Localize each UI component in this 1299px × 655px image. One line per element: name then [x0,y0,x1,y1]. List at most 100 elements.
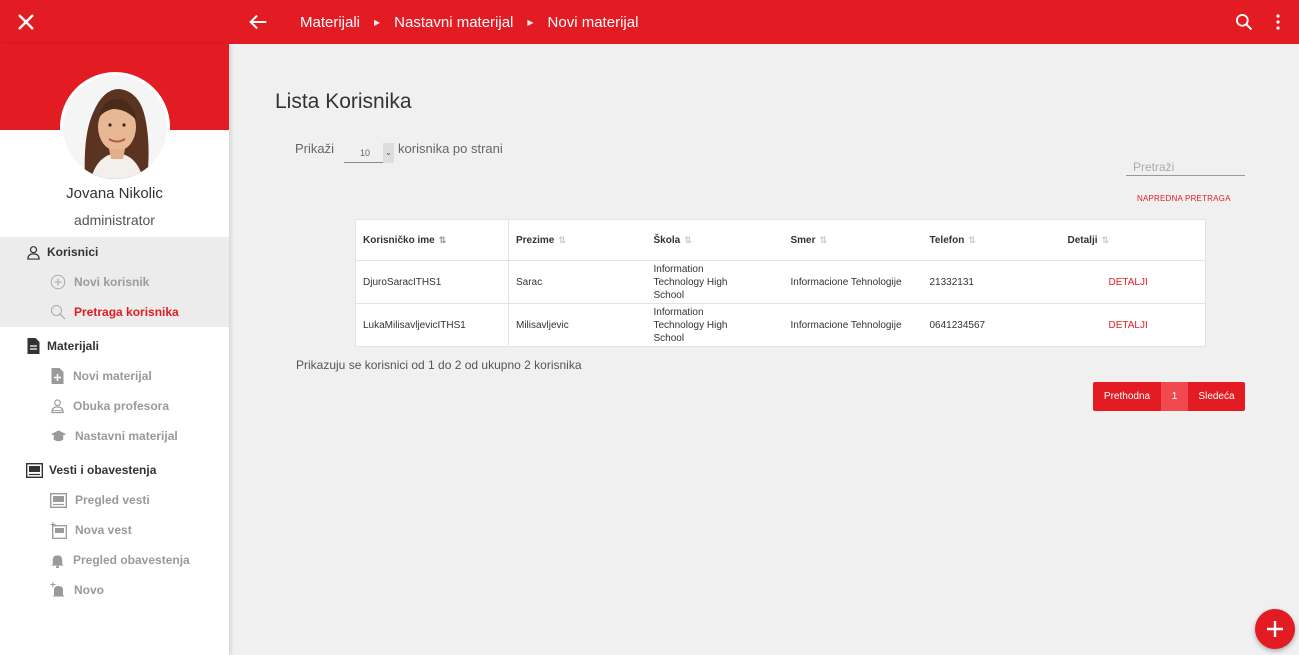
search-icon [51,305,66,320]
previous-page-button[interactable]: Prethodna [1093,382,1161,411]
header-label: Korisničko ime [363,234,435,246]
nav-item-label: Pretraga korisnika [74,305,179,319]
sort-icon: ⇅ [438,234,447,245]
nav-section-label: Korisnici [47,245,99,259]
close-icon[interactable] [14,10,38,34]
page-size-control: Prikaži 10 ⌄ korisnika po strani [295,138,503,163]
nav-section-materijali[interactable]: Materijali [0,331,229,361]
nav-section-vesti[interactable]: Vesti i obavestenja [0,455,229,485]
person-icon [27,245,40,260]
user-name: Jovana Nikolic [66,185,163,202]
header-label: Detalji [1067,234,1098,246]
cell-username: LukaMilisavljevicITHS1 [355,303,509,347]
column-header-school[interactable]: Škola ⇅ [646,219,784,261]
nav-item-pretraga-korisnika[interactable]: Pretraga korisnika [0,297,229,327]
avatar [60,72,170,182]
page-number-button[interactable]: 1 [1161,382,1188,411]
cell-details: DETALJI [1060,260,1206,304]
nav-item-pregled-obavestenja[interactable]: Pregled obavestenja [0,545,229,575]
table-row: DjuroSaracITHS1 Sarac Information Techno… [355,260,1206,304]
nav-item-label: Novi korisnik [74,275,150,289]
top-app-bar: Materijali ▶ Nastavni materijal ▶ Novi m… [0,0,1299,44]
sort-icon: ⇅ [819,234,828,245]
column-header-phone[interactable]: Telefon ⇅ [922,219,1061,261]
sort-icon: ⇅ [558,234,566,245]
cell-school: Information Technology High School [653,306,728,344]
breadcrumb-novi-materijal[interactable]: Novi materijal [548,14,639,31]
details-link[interactable]: DETALJI [1109,276,1148,289]
teacher-icon [51,399,64,414]
per-page-label: korisnika po strani [398,140,503,156]
more-vert-icon[interactable] [1271,13,1285,31]
next-page-button[interactable]: Sledeća [1188,382,1245,411]
chevron-down-icon: ⌄ [383,142,395,163]
nav-item-pregled-vesti[interactable]: Pregled vesti [0,485,229,515]
page-size-select[interactable]: 10 ⌄ [344,142,395,163]
breadcrumb-separator-icon: ▶ [374,17,381,27]
nav-item-nastavni-materijal[interactable]: Nastavni materijal [0,421,229,451]
cell-phone: 21332131 [922,260,1061,304]
nav-section-label: Vesti i obavestenja [49,463,157,477]
nav-item-novi-korisnik[interactable]: Novi korisnik [0,267,229,297]
nav-item-novi-materijal[interactable]: Novi materijal [0,361,229,391]
column-header-details[interactable]: Detalji ⇅ [1060,219,1206,261]
user-role: administrator [74,212,155,228]
document-icon [27,338,40,354]
new-document-icon [51,368,64,384]
nav-item-label: Nastavni materijal [75,429,178,443]
advanced-search-link[interactable]: NAPREDNA PRETRAGA [1137,194,1231,203]
cell-phone: 0641234567 [929,319,986,331]
add-news-icon [50,521,67,539]
sort-icon: ⇅ [684,234,692,245]
header-label: Škola [653,234,681,246]
nav-item-label: Obuka profesora [73,399,170,413]
bell-icon [51,554,64,568]
cell-lastname: Milisavljevic [516,319,569,331]
sort-icon: ⇅ [1101,234,1110,245]
results-info: Prikazuju se korisnici od 1 do 2 od ukup… [296,358,582,372]
graduation-cap-icon [50,430,67,442]
breadcrumb: Materijali ▶ Nastavni materijal ▶ Novi m… [300,0,638,44]
cell-school: Information Technology High School [646,260,784,304]
header-label: Telefon [929,234,965,246]
breadcrumb-separator-icon: ▶ [527,17,534,27]
header-label: Prezime [516,234,555,246]
nav-item-obuka-profesora[interactable]: Obuka profesora [0,391,229,421]
header-label: Smer [790,234,816,246]
cell-major: Informacione Tehnologije [790,319,902,331]
back-arrow-icon[interactable] [247,11,269,33]
plus-icon [1267,621,1283,637]
nav-section-label: Materijali [47,339,100,353]
cell-username: DjuroSaracITHS1 [355,260,509,304]
news-icon [50,492,67,508]
page-title: Lista Korisnika [275,90,412,113]
nav-item-novo[interactable]: Novo [0,575,229,605]
pagination: Prethodna 1 Sledeća [1093,382,1245,411]
sidebar: Jovana Nikolic administrator Korisnici N… [0,44,229,655]
table-row: LukaMilisavljevicITHS1 Milisavljevic Inf… [355,303,1206,347]
add-circle-icon [50,274,66,290]
news-icon [26,462,43,478]
cell-lastname: Sarac [508,260,647,304]
column-header-major[interactable]: Smer ⇅ [783,219,923,261]
add-notification-icon [50,581,65,596]
nav-item-label: Pregled vesti [75,493,150,507]
cell-major: Informacione Tehnologije [783,260,923,304]
details-link[interactable]: DETALJI [1109,319,1148,332]
sort-icon: ⇅ [968,234,976,245]
search-icon[interactable] [1234,12,1254,32]
breadcrumb-materijali[interactable]: Materijali [300,14,360,31]
search-input[interactable] [1126,158,1245,176]
page-size-value: 10 [360,147,371,158]
table-header-row: Korisničko ime ⇅ Prezime ⇅ Škola ⇅ Smer ⇅ Te… [355,219,1206,261]
cell-details: DETALJI [1061,304,1206,347]
column-header-username[interactable]: Korisničko ime ⇅ [355,219,509,261]
nav-item-label: Novi materijal [73,369,152,383]
breadcrumb-nastavni-materijal[interactable]: Nastavni materijal [394,14,513,31]
nav-item-label: Nova vest [75,523,132,537]
nav-item-nova-vest[interactable]: Nova vest [0,515,229,545]
nav-section-korisnici[interactable]: Korisnici [0,237,229,267]
nav-item-label: Novo [74,583,104,597]
column-header-lastname[interactable]: Prezime ⇅ [508,219,647,261]
add-fab-button[interactable] [1255,609,1295,649]
